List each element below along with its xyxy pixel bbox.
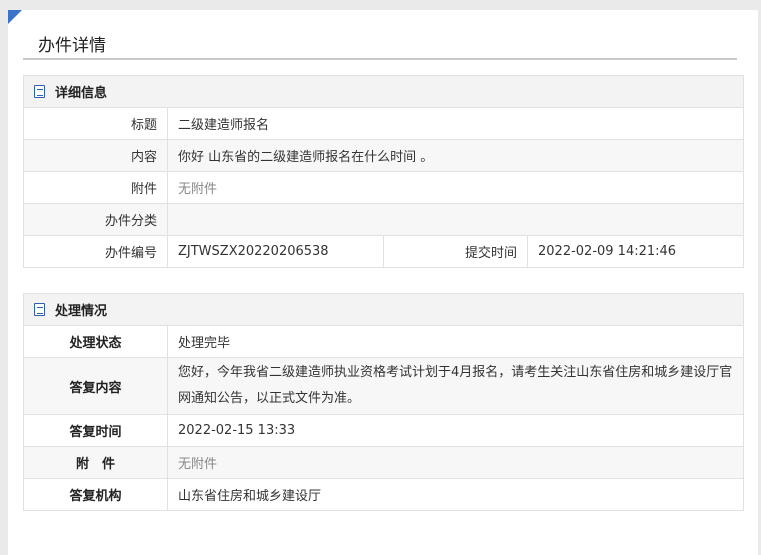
- process-header: 处理情况: [22, 293, 745, 326]
- status-label: 处理状态: [23, 325, 168, 358]
- main-panel: 办件详情 详细信息 标题 二级建造师报名 内容 你好 山东省的二级建造师报名在什…: [8, 10, 758, 555]
- detail-row-category: 办件分类: [23, 203, 745, 236]
- category-label: 办件分类: [23, 203, 168, 236]
- detail-row-title: 标题 二级建造师报名: [23, 107, 745, 140]
- submit-time-label: 提交时间: [383, 235, 528, 268]
- number-label: 办件编号: [23, 235, 168, 268]
- reply-label: 答复内容: [23, 357, 168, 415]
- status-value: 处理完毕: [166, 325, 745, 358]
- reply-time-label: 答复时间: [23, 414, 168, 447]
- detail-heading: 详细信息: [55, 86, 108, 101]
- content-value: 你好 山东省的二级建造师报名在什么时间 。: [166, 139, 745, 172]
- attachment-label: 附件: [23, 171, 168, 204]
- number-value: ZJTWSZX20220206538: [167, 235, 384, 268]
- title-value: 二级建造师报名: [166, 107, 745, 140]
- document-icon: [34, 303, 45, 316]
- detail-row-number: 办件编号 ZJTWSZX20220206538 提交时间 2022-02-09 …: [23, 235, 745, 268]
- detail-row-attachment: 附件 无附件: [23, 171, 745, 204]
- process-row-org: 答复机构 山东省住房和城乡建设厅: [23, 478, 745, 511]
- process-row-reply: 答复内容 您好，今年我省二级建造师执业资格考试计划于4月报名，请考生关注山东省住…: [23, 357, 745, 415]
- org-value: 山东省住房和城乡建设厅: [166, 478, 745, 511]
- process-heading: 处理情况: [55, 304, 108, 319]
- process-attachment-label: 附 件: [23, 446, 168, 479]
- page-title-bar: 办件详情: [23, 22, 737, 60]
- detail-row-content: 内容 你好 山东省的二级建造师报名在什么时间 。: [23, 139, 745, 172]
- submit-time-value: 2022-02-09 14:21:46: [526, 235, 745, 268]
- reply-time-value: 2022-02-15 13:33: [166, 414, 745, 447]
- detail-header: 详细信息: [22, 75, 745, 108]
- category-value: [166, 203, 745, 236]
- reply-value: 您好，今年我省二级建造师执业资格考试计划于4月报名，请考生关注山东省住房和城乡建…: [166, 357, 745, 415]
- process-row-attachment: 附 件 无附件: [23, 446, 745, 479]
- content-label: 内容: [23, 139, 168, 172]
- corner-marker: [8, 10, 22, 24]
- title-label: 标题: [23, 107, 168, 140]
- process-table: 处理情况 处理状态 处理完毕 答复内容 您好，今年我省二级建造师执业资格考试计划…: [22, 293, 745, 511]
- process-row-status: 处理状态 处理完毕: [23, 325, 745, 358]
- detail-table: 详细信息 标题 二级建造师报名 内容 你好 山东省的二级建造师报名在什么时间 。…: [22, 75, 745, 268]
- document-icon: [34, 85, 45, 98]
- page-title: 办件详情: [38, 36, 106, 56]
- org-label: 答复机构: [23, 478, 168, 511]
- process-row-reply-time: 答复时间 2022-02-15 13:33: [23, 414, 745, 447]
- process-attachment-value: 无附件: [166, 446, 745, 479]
- attachment-value: 无附件: [166, 171, 745, 204]
